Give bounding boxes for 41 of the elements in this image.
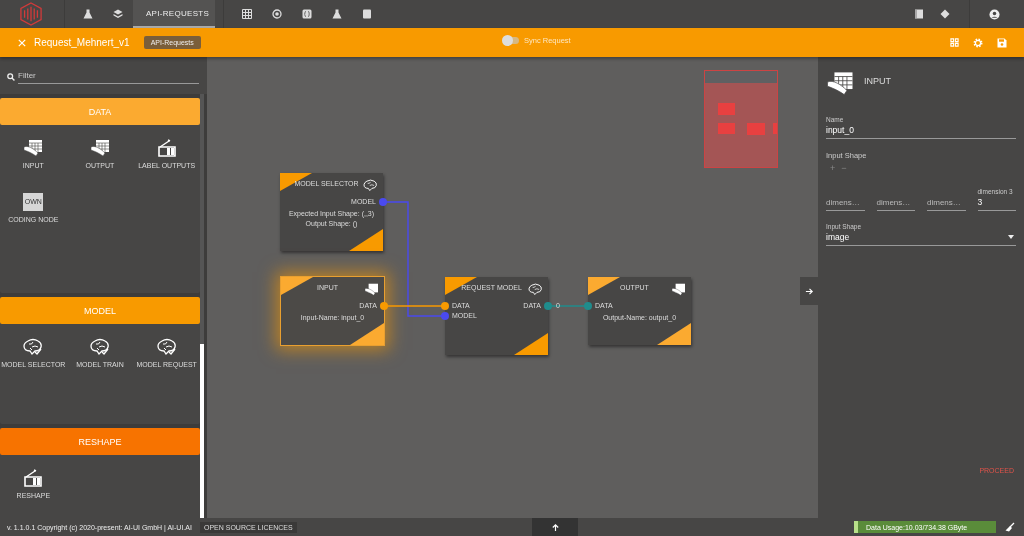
printer-icon	[23, 469, 44, 487]
layers-icon	[113, 9, 123, 19]
project-title: Request_Mehnert_v1	[34, 37, 130, 48]
panel-title: INPUT	[864, 76, 891, 86]
expand-panel-button[interactable]	[800, 277, 818, 305]
nav-tab[interactable]: API-REQUESTS	[133, 0, 215, 28]
flask-icon	[332, 9, 342, 19]
table-scroll-icon	[23, 139, 44, 157]
input-port[interactable]	[584, 302, 592, 310]
input-port[interactable]	[441, 312, 449, 320]
input-port[interactable]	[441, 302, 449, 310]
fit-view-icon	[949, 38, 959, 47]
close-icon	[18, 38, 26, 47]
flask-icon	[83, 9, 93, 19]
output-port[interactable]	[544, 302, 552, 310]
table-scroll-icon	[364, 283, 379, 296]
dimension-field[interactable]: dimens…	[876, 183, 915, 211]
caret-icon	[1008, 235, 1014, 239]
sync-toggle[interactable]	[503, 37, 519, 44]
save-icon	[997, 37, 1007, 48]
table-scroll-icon	[671, 283, 686, 296]
book-icon	[362, 9, 372, 19]
dimension-field[interactable]: dimens…	[826, 183, 865, 211]
printer-icon	[156, 139, 177, 157]
arrow-right-icon	[804, 286, 814, 296]
user-icon	[988, 8, 1000, 20]
notebook-icon	[914, 9, 924, 19]
logo-icon	[20, 2, 42, 26]
arrow-up-icon	[550, 522, 560, 532]
settings-icon	[973, 37, 983, 48]
table-scroll-icon	[90, 139, 110, 157]
filter-field[interactable]: Filter	[18, 69, 199, 84]
braces-icon	[302, 9, 312, 19]
output-port[interactable]	[380, 302, 388, 310]
table-scroll-icon	[826, 71, 854, 96]
diamond-icon	[940, 9, 950, 19]
broom-icon	[1005, 522, 1015, 532]
dimension-field[interactable]: dimens…	[927, 183, 966, 211]
search-icon	[7, 72, 15, 81]
target-icon	[272, 9, 282, 19]
grid-icon	[242, 9, 252, 19]
